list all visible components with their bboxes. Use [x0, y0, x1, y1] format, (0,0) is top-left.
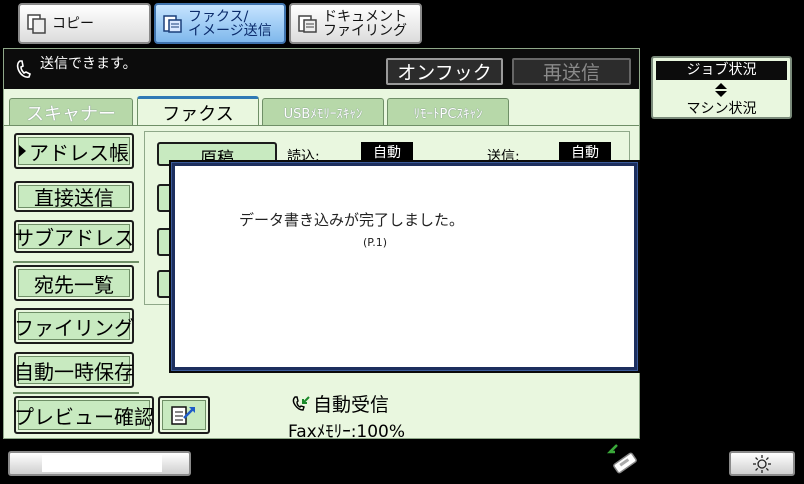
main-panel: 送信できます。 オンフック 再送信 スキャナー ファクス USBﾒﾓﾘｰｽｷｬﾝ…	[3, 48, 640, 442]
up-down-arrow-icon	[715, 83, 727, 97]
completion-dialog: データ書き込みが完了しました。 (P.1)	[172, 163, 637, 370]
fax-icon	[163, 14, 182, 33]
tab-usb-memory-scan[interactable]: USBﾒﾓﾘｰｽｷｬﾝ	[262, 98, 384, 126]
filing-button[interactable]: ファイリング	[14, 308, 134, 344]
onhook-label: オンフック	[397, 62, 492, 84]
brightness-icon	[753, 454, 771, 473]
sub-address-label: サブアドレス	[14, 226, 134, 250]
tab-scanner-label: スキャナー	[26, 103, 116, 125]
phone-icon	[16, 60, 31, 78]
auto-temp-save-label: 自動一時保存	[14, 359, 134, 384]
tab-usb-label: USBﾒﾓﾘｰｽｷｬﾝ	[283, 107, 363, 122]
mode-tab-copy[interactable]: コピー	[18, 3, 151, 44]
mode-tab-copy-label: コピー	[52, 15, 94, 32]
auto-temp-save-button[interactable]: 自動一時保存	[14, 352, 134, 388]
preview-image-icon	[171, 406, 195, 425]
status-bar: 送信できます。 オンフック 再送信	[4, 49, 639, 89]
mode-tab-filing-label-line2: ファイリング	[323, 22, 407, 39]
destination-list-label: 宛先一覧	[34, 272, 114, 297]
auto-receive-text: 自動受信	[313, 394, 390, 416]
separator	[13, 392, 139, 394]
document-filing-icon	[298, 14, 317, 33]
tab-divider	[4, 125, 639, 126]
preview-image-button[interactable]	[158, 396, 210, 434]
mode-tab-fax-label-line1: ファクス/	[188, 8, 249, 25]
address-book-button[interactable]: アドレス帳	[14, 133, 134, 169]
destination-list-button[interactable]: 宛先一覧	[14, 265, 134, 301]
mode-tab-fax-image-send[interactable]: ファクス/ イメージ送信	[154, 3, 286, 44]
mode-tab-fax-label-line2: イメージ送信	[188, 22, 272, 39]
bottom-left-button[interactable]	[8, 451, 191, 476]
send-value: 自動	[559, 142, 611, 164]
tab-fax-label: ファクス	[162, 103, 234, 125]
address-book-label: アドレス帳	[29, 140, 129, 165]
onhook-button[interactable]: オンフック	[386, 58, 503, 85]
status-message: 送信できます。	[40, 56, 137, 72]
triangle-right-icon	[19, 145, 26, 157]
mode-tab-document-filing[interactable]: ドキュメント ファイリング	[289, 3, 422, 44]
resend-button[interactable]: 再送信	[512, 58, 631, 85]
separator	[13, 261, 139, 263]
sub-address-button[interactable]: サブアドレス	[14, 220, 134, 253]
direct-send-button[interactable]: 直接送信	[14, 181, 134, 212]
dialog-page: (P.1)	[363, 236, 387, 249]
mode-tab-filing-label-line1: ドキュメント	[323, 8, 407, 25]
tab-remote-pc-scan[interactable]: ﾘﾓｰﾄPCｽｷｬﾝ	[387, 98, 509, 126]
fax-memory-text: Faxﾒﾓﾘｰ:100%	[288, 422, 406, 442]
job-status-label: ジョブ状況	[656, 61, 787, 80]
tab-scanner[interactable]: スキャナー	[9, 98, 133, 126]
brightness-button[interactable]	[729, 451, 795, 476]
preview-confirm-label: プレビュー確認	[14, 404, 154, 429]
direct-send-label: 直接送信	[34, 186, 114, 210]
copy-icon	[27, 13, 46, 34]
auto-receive-icon	[292, 396, 310, 411]
machine-status-label: マシン状況	[686, 101, 757, 117]
preview-confirm-button[interactable]: プレビュー確認	[14, 396, 154, 434]
filing-label: ファイリング	[14, 315, 134, 340]
resend-label: 再送信	[542, 62, 600, 84]
tab-fax[interactable]: ファクス	[137, 96, 259, 126]
job-status-button[interactable]: ジョブ状況 マシン状況	[651, 56, 792, 119]
network-connection-icon	[606, 444, 637, 474]
dialog-message: データ書き込みが完了しました。	[239, 211, 465, 229]
tab-remote-pc-label: ﾘﾓｰﾄPCｽｷｬﾝ	[413, 107, 483, 122]
read-value: 自動	[361, 142, 413, 164]
bottom-left-button-field	[42, 455, 162, 472]
